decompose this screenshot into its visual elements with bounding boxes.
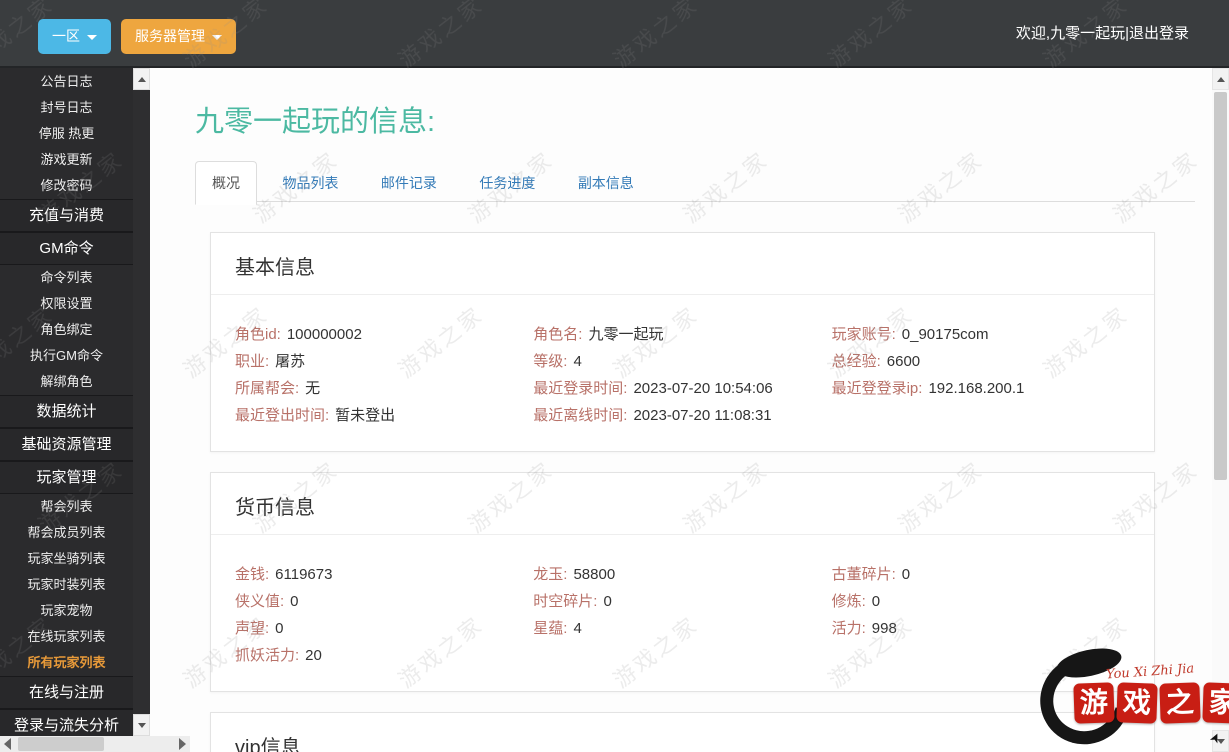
- seal-char: 家: [1202, 682, 1229, 724]
- field-antique-shard: 古董碎片: 0: [831, 566, 911, 583]
- tab-item-list[interactable]: 物品列表: [265, 161, 355, 205]
- sidebar-section-data-stats[interactable]: 数据统计: [0, 395, 133, 428]
- panel-body: 角色id: 100000002 职业: 屠苏 所属帮会: 无 最近登出时间: 暂未登出 …: [211, 295, 1154, 451]
- logo-script-text: You Xi Zhi Jia: [1105, 661, 1195, 683]
- logo-seals: 游 戏 之 家: [1073, 682, 1229, 724]
- zone-dropdown-button[interactable]: 一区: [38, 19, 111, 54]
- admin-screen: 一区 服务器管理 欢迎,九零一起玩|退出登录 公告日志 封号日志 停服 热更 游…: [0, 0, 1229, 752]
- sidebar-item-role-bind[interactable]: 角色绑定: [0, 317, 133, 343]
- panel-column: 金钱: 6119673 侠义值: 0 声望: 0 抓妖活力: 20: [235, 561, 533, 669]
- field-reputation: 声望: 0: [235, 620, 284, 637]
- panel-column: 玩家账号: 0_90175com 总经验: 6600 最近登登录ip: 192.168…: [832, 321, 1130, 429]
- panel-body: 金钱: 6119673 侠义值: 0 声望: 0 抓妖活力: 20 龙玉: 58800 时…: [211, 535, 1154, 691]
- sidebar-item-all-players[interactable]: 所有玩家列表: [0, 650, 133, 676]
- server-manage-label: 服务器管理: [135, 28, 205, 44]
- yxzj-logo: You Xi Zhi Jia 游 戏 之 家: [1024, 639, 1229, 752]
- sidebar-item-announce-log[interactable]: 公告日志: [0, 69, 133, 95]
- sidebar-section-player-mgmt[interactable]: 玩家管理: [0, 461, 133, 494]
- chevron-down-icon: [87, 34, 97, 40]
- sidebar-item-ban-log[interactable]: 封号日志: [0, 95, 133, 121]
- zone-dropdown-label: 一区: [52, 28, 80, 44]
- panel-title: 货币信息: [211, 473, 1154, 535]
- sidebar-section-resource[interactable]: 基础资源管理: [0, 428, 133, 461]
- sidebar: 公告日志 封号日志 停服 热更 游戏更新 修改密码 充值与消费 GM命令 命令列…: [0, 68, 133, 752]
- sidebar-item-guild-members[interactable]: 帮会成员列表: [0, 520, 133, 546]
- field-guild: 所属帮会: 无: [235, 380, 321, 397]
- currency-info-panel: 货币信息 金钱: 6119673 侠义值: 0 声望: 0 抓妖活力: 20 龙玉: 58…: [210, 472, 1155, 692]
- sidebar-item-command-list[interactable]: 命令列表: [0, 265, 133, 291]
- field-account: 玩家账号: 0_90175com: [831, 326, 989, 343]
- sidebar-section-recharge[interactable]: 充值与消费: [0, 199, 133, 232]
- field-star-essence: 星蕴: 4: [533, 620, 582, 637]
- field-chivalry: 侠义值: 0: [235, 593, 299, 610]
- arrow-right-icon[interactable]: [179, 738, 186, 750]
- sidebar-item-pet-list[interactable]: 玩家宠物: [0, 598, 133, 624]
- tab-mail-log[interactable]: 邮件记录: [364, 161, 454, 205]
- scroll-down-button[interactable]: [133, 714, 150, 736]
- field-demon-energy: 抓妖活力: 20: [235, 647, 322, 664]
- panel-column: 龙玉: 58800 时空碎片: 0 星蕴: 4: [533, 561, 831, 669]
- field-last-offline-time: 最近离线时间: 2023-07-20 11:08:31: [533, 407, 772, 424]
- scroll-up-button[interactable]: [1212, 68, 1229, 90]
- tab-overview[interactable]: 概况: [195, 161, 257, 205]
- arrow-left-icon[interactable]: [4, 738, 11, 750]
- sidebar-section-gm-command[interactable]: GM命令: [0, 232, 133, 265]
- field-role-name: 角色名: 九零一起玩: [533, 326, 664, 343]
- logout-link[interactable]: 退出登录: [1129, 25, 1189, 42]
- seal-char: 之: [1159, 682, 1201, 724]
- sidebar-item-fashion-list[interactable]: 玩家时装列表: [0, 572, 133, 598]
- sidebar-item-exec-gm[interactable]: 执行GM命令: [0, 343, 133, 369]
- chevron-down-icon: [212, 34, 222, 40]
- sidebar-item-mount-list[interactable]: 玩家坐骑列表: [0, 546, 133, 572]
- field-class: 职业: 屠苏: [235, 353, 306, 370]
- arrow-down-icon: [138, 723, 146, 728]
- topbar: 一区 服务器管理 欢迎,九零一起玩|退出登录: [0, 0, 1229, 68]
- sidebar-item-game-update[interactable]: 游戏更新: [0, 147, 133, 173]
- basic-info-panel: 基本信息 角色id: 100000002 职业: 屠苏 所属帮会: 无 最近登出时间:…: [210, 232, 1155, 452]
- tab-quest[interactable]: 任务进度: [462, 161, 552, 205]
- field-money: 金钱: 6119673: [235, 566, 333, 583]
- server-manage-dropdown-button[interactable]: 服务器管理: [121, 19, 236, 54]
- sidebar-scrollbar[interactable]: [133, 68, 150, 736]
- seal-char: 戏: [1116, 682, 1158, 724]
- topbar-user-area: 欢迎,九零一起玩|退出登录: [1016, 0, 1189, 68]
- tab-bar: 概况 物品列表 邮件记录 任务进度 副本信息: [195, 160, 1195, 205]
- field-time-shard: 时空碎片: 0: [533, 593, 612, 610]
- sidebar-item-online-players[interactable]: 在线玩家列表: [0, 624, 133, 650]
- field-cultivation: 修炼: 0: [831, 593, 881, 610]
- sidebar-item-permission[interactable]: 权限设置: [0, 291, 133, 317]
- arrow-up-icon: [138, 77, 146, 82]
- sidebar-item-change-password[interactable]: 修改密码: [0, 173, 133, 199]
- page-title: 九零一起玩的信息:: [195, 106, 436, 138]
- panel-title: vip信息: [211, 713, 1154, 752]
- scroll-up-button[interactable]: [133, 68, 150, 90]
- field-dragon-jade: 龙玉: 58800: [533, 566, 616, 583]
- welcome-text: 欢迎,九零一起玩: [1015, 25, 1126, 42]
- field-last-login-ip: 最近登登录ip: 192.168.200.1: [831, 380, 1025, 397]
- panel-title: 基本信息: [211, 233, 1154, 295]
- field-last-login-time: 最近登录时间: 2023-07-20 10:54:06: [533, 380, 773, 397]
- vip-info-panel: vip信息: [210, 712, 1155, 752]
- panel-column: 角色名: 九零一起玩 等级: 4 最近登录时间: 2023-07-20 10:54:0…: [533, 321, 831, 429]
- field-vitality: 活力: 998: [831, 620, 897, 637]
- vertical-scroll-thumb[interactable]: [1214, 92, 1227, 480]
- seal-char: 游: [1073, 682, 1115, 724]
- tab-dungeon[interactable]: 副本信息: [561, 161, 651, 205]
- field-role-id: 角色id: 100000002: [235, 326, 362, 343]
- sidebar-item-guild-list[interactable]: 帮会列表: [0, 494, 133, 520]
- field-last-logout: 最近登出时间: 暂未登出: [235, 407, 396, 424]
- field-total-exp: 总经验: 6600: [831, 353, 921, 370]
- panel-column: 角色id: 100000002 职业: 屠苏 所属帮会: 无 最近登出时间: 暂未登出: [235, 321, 533, 429]
- horizontal-scrollbar[interactable]: [0, 736, 190, 752]
- sidebar-item-unbind-role[interactable]: 解绑角色: [0, 369, 133, 395]
- horizontal-scroll-thumb[interactable]: [18, 737, 104, 751]
- sidebar-section-online-reg[interactable]: 在线与注册: [0, 676, 133, 709]
- sidebar-item-shutdown-hotfix[interactable]: 停服 热更: [0, 121, 133, 147]
- arrow-up-icon: [1217, 77, 1225, 82]
- field-level: 等级: 4: [533, 353, 582, 370]
